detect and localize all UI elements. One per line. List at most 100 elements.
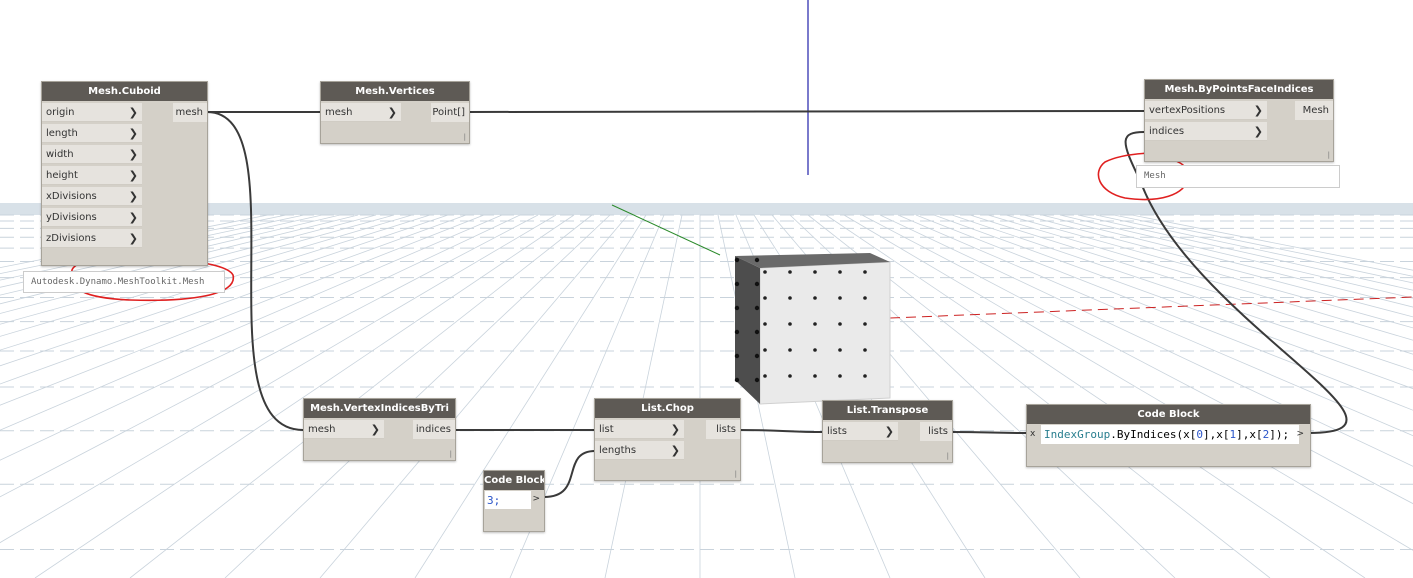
node-title: Code Block (1027, 405, 1310, 424)
vertex-dot (734, 305, 740, 311)
mesh-vertexindicesbytri-node[interactable]: Mesh.VertexIndicesByTri mesh ❯ indices | (303, 398, 456, 461)
output-mesh[interactable]: mesh (173, 103, 207, 122)
vertex-dot (788, 374, 792, 378)
grid-line (825, 214, 1366, 578)
input-ydivisions[interactable]: yDivisions ❯ (42, 208, 142, 227)
port-arrow-icon: ❯ (370, 423, 380, 436)
input-indices[interactable]: indices ❯ (1145, 122, 1267, 141)
code-block-indexgroup-node[interactable]: Code Block x IndexGroup.ByIndices(x[0],x… (1026, 404, 1311, 467)
vertex-dot (813, 270, 817, 274)
vertex-dot (863, 296, 867, 300)
wire-transpose-code (950, 431, 1028, 434)
vertex-dot (734, 281, 740, 287)
input-lengths[interactable]: lengths ❯ (595, 441, 684, 460)
port-label: indices (1149, 126, 1185, 137)
vertex-dot (734, 377, 740, 383)
vertex-dot (763, 322, 767, 326)
grid-line (0, 214, 557, 544)
vertex-dot (863, 270, 867, 274)
output-indices[interactable]: indices (413, 420, 455, 439)
input-lists[interactable]: lists ❯ (823, 422, 898, 441)
bypoints-preview-bubble[interactable]: Mesh (1136, 165, 1340, 188)
vertex-dot (754, 329, 760, 335)
input-width[interactable]: width ❯ (42, 145, 142, 164)
mesh-vertices-node[interactable]: Mesh.Vertices mesh ❯ Point[] | (320, 81, 470, 144)
port-label: zDivisions (46, 233, 97, 244)
port-arrow-icon: ❯ (128, 127, 138, 140)
output-lists[interactable]: lists (706, 420, 740, 439)
input-height[interactable]: height ❯ (42, 166, 142, 185)
vertex-dot (863, 348, 867, 352)
vertex-dot (838, 270, 842, 274)
input-x[interactable]: x (1030, 425, 1035, 444)
code-number: 0 (1196, 428, 1203, 441)
port-label: mesh (325, 107, 353, 118)
grid-line (604, 214, 683, 578)
grid-line (1077, 214, 1413, 291)
output-arrow-icon[interactable]: > (532, 490, 540, 509)
vertex-dot (788, 348, 792, 352)
node-title: Mesh.Vertices (321, 82, 469, 101)
port-arrow-icon: ❯ (128, 190, 138, 203)
code-keyword: IndexGroup (1044, 428, 1111, 441)
input-vertexpositions[interactable]: vertexPositions ❯ (1145, 101, 1267, 120)
code-part: .ByIndices(x[ (1110, 428, 1197, 441)
port-label: lists (827, 426, 847, 437)
list-transpose-node[interactable]: List.Transpose lists ❯ lists | (822, 400, 953, 463)
ground-grid (0, 203, 1413, 578)
port-label: vertexPositions (1149, 105, 1226, 116)
grid-line (224, 214, 611, 578)
vertex-dot (788, 322, 792, 326)
grid-line (0, 214, 287, 275)
port-label: yDivisions (46, 212, 97, 223)
output-mesh[interactable]: Mesh (1295, 101, 1333, 120)
code-editor[interactable]: IndexGroup.ByIndices(x[0],x[1],x[2]); (1041, 425, 1299, 444)
vertex-dot (754, 305, 760, 311)
code-part: ],x[ (1202, 428, 1230, 441)
port-label: lengths (599, 445, 637, 456)
cuboid-preview-bubble[interactable]: Autodesk.Dynamo.MeshToolkit.Mesh (23, 271, 225, 293)
port-arrow-icon: ❯ (670, 444, 680, 457)
vertex-dot (813, 348, 817, 352)
grid-line (0, 214, 467, 385)
port-label: list (599, 424, 614, 435)
vertex-dot (754, 257, 760, 263)
port-arrow-icon: ❯ (128, 232, 138, 245)
port-arrow-icon: ❯ (884, 425, 894, 438)
input-origin[interactable]: origin ❯ (42, 103, 142, 122)
grid-line (1041, 214, 1413, 308)
vertex-dot (863, 322, 867, 326)
input-length[interactable]: length ❯ (42, 124, 142, 143)
input-zdivisions[interactable]: zDivisions ❯ (42, 229, 142, 248)
input-xdivisions[interactable]: xDivisions ❯ (42, 187, 142, 206)
vertex-dot (734, 257, 740, 263)
output-lists[interactable]: lists (920, 422, 952, 441)
output-points[interactable]: Point[] (431, 103, 469, 122)
input-mesh[interactable]: mesh ❯ (321, 103, 401, 122)
vertex-dot (734, 353, 740, 359)
port-label: height (46, 170, 78, 181)
mesh-cuboid-node[interactable]: Mesh.Cuboid origin ❯ length ❯ width ❯ heigh… (41, 81, 208, 266)
node-title: Code Block (484, 471, 544, 490)
port-label: origin (46, 107, 75, 118)
port-label: xDivisions (46, 191, 97, 202)
input-mesh[interactable]: mesh ❯ (304, 420, 384, 439)
port-arrow-icon: ❯ (128, 169, 138, 182)
vertex-dot (838, 374, 842, 378)
port-label: length (46, 128, 78, 139)
z-axis-red (889, 296, 1413, 319)
vertex-dot (788, 296, 792, 300)
vertex-dot (838, 296, 842, 300)
code-block-3-node[interactable]: Code Block 3; > (483, 470, 545, 532)
list-chop-node[interactable]: List.Chop list ❯ lengths ❯ lists | (594, 398, 741, 481)
input-list[interactable]: list ❯ (595, 420, 684, 439)
port-arrow-icon: ❯ (128, 148, 138, 161)
vertex-dot (813, 374, 817, 378)
output-arrow-icon[interactable]: > (1296, 425, 1304, 444)
vertex-dot (788, 270, 792, 274)
code-editor[interactable]: 3; (485, 491, 531, 509)
port-label: mesh (308, 424, 336, 435)
mesh-bypointsfaceindices-node[interactable]: Mesh.ByPointsFaceIndices vertexPositions… (1144, 79, 1334, 162)
code-part: ],x[ (1236, 428, 1263, 441)
node-title: List.Chop (595, 399, 740, 418)
